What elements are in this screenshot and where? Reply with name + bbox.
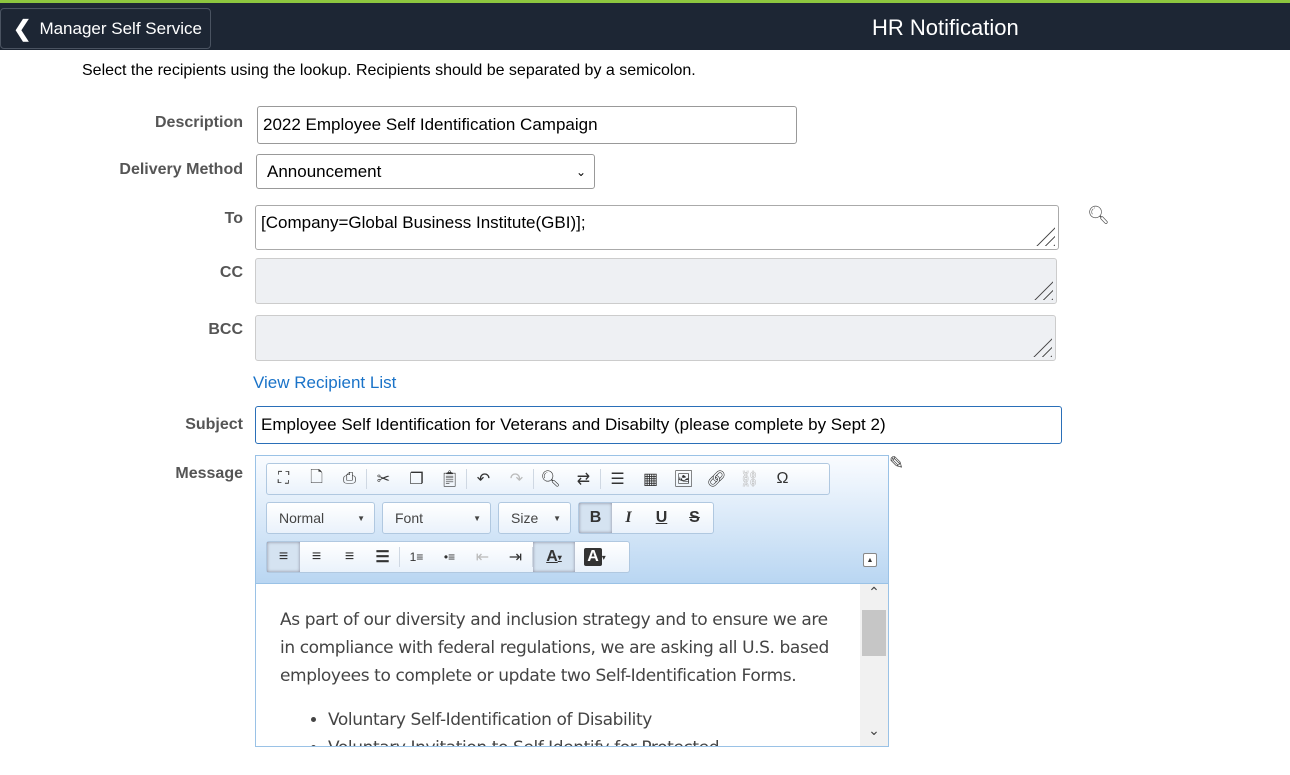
preview-icon[interactable]: 🗋 — [300, 464, 333, 494]
lookup-search-icon[interactable]: 🔍︎ — [1087, 205, 1110, 226]
size-dropdown[interactable]: Size ▼ — [498, 502, 571, 534]
message-label: Message — [175, 465, 243, 482]
collapse-toolbar-icon[interactable]: ▲ — [863, 553, 877, 567]
chevron-down-icon: ⌄ — [575, 164, 586, 179]
chevron-left-icon: ❮ — [13, 15, 32, 41]
edit-note-icon[interactable]: ✎ — [889, 453, 904, 474]
strikethrough-icon[interactable]: S — [678, 503, 711, 533]
toolbar-group-tools: ⛶ 🗋 ⎙ ✂ ❐ 📋︎ ↶ ↷ 🔍︎ ⇄ ☰ ▦ 🖼︎ 🔗︎ ⛓ Ω — [266, 463, 830, 495]
subject-label: Subject — [185, 416, 243, 433]
description-label: Description — [154, 114, 243, 131]
list-item: Voluntary Self-Identification of Disabil… — [328, 706, 836, 734]
background-color-icon[interactable]: A ▾ — [575, 542, 615, 572]
image-icon[interactable]: 🖼︎ — [667, 464, 700, 494]
delivery-method-select[interactable]: Announcement ⌄ — [256, 154, 595, 189]
replace-icon[interactable]: ⇄ — [567, 464, 600, 494]
maximize-icon[interactable]: ⛶ — [267, 464, 300, 494]
align-left-icon[interactable]: ≡ — [267, 542, 300, 572]
align-center-icon[interactable]: ≡ — [300, 542, 333, 572]
redo-icon[interactable]: ↷ — [500, 464, 533, 494]
table-icon[interactable]: ▦ — [634, 464, 667, 494]
to-value: [Company=Global Business Institute(GBI)]… — [261, 213, 586, 232]
unlink-icon[interactable]: ⛓ — [733, 464, 766, 494]
message-scrollbar[interactable]: ⌃ ⌄ — [860, 584, 888, 746]
format-dropdown[interactable]: Normal ▼ — [266, 502, 375, 534]
chevron-down-icon[interactable]: ⌄ — [860, 722, 888, 746]
align-right-icon[interactable]: ≡ — [333, 542, 366, 572]
cc-input[interactable] — [255, 258, 1057, 304]
to-label: To — [224, 210, 243, 227]
caret-down-icon: ▼ — [357, 513, 365, 523]
resize-handle[interactable] — [1032, 337, 1052, 357]
bold-icon[interactable]: B — [579, 503, 612, 533]
outdent-icon[interactable]: ⇤ — [466, 542, 499, 572]
view-recipient-list-link[interactable]: View Recipient List — [253, 373, 396, 393]
page-title: HR Notification — [872, 15, 1019, 40]
underline-icon[interactable]: U — [645, 503, 678, 533]
to-input[interactable]: [Company=Global Business Institute(GBI)]… — [255, 205, 1059, 250]
bcc-input[interactable] — [255, 315, 1056, 361]
bulleted-list-icon[interactable]: •≡ — [433, 542, 466, 572]
italic-icon[interactable]: I — [612, 503, 645, 533]
find-icon[interactable]: 🔍︎ — [534, 464, 567, 494]
resize-handle[interactable] — [1033, 280, 1053, 300]
special-character-icon[interactable]: Ω — [766, 464, 799, 494]
caret-down-icon: ▼ — [553, 513, 561, 523]
delivery-method-label: Delivery Method — [119, 161, 243, 178]
resize-handle[interactable] — [1035, 226, 1055, 246]
toolbar-group-paragraph: ≡ ≡ ≡ ☰ 1≡ •≡ ⇤ ⇥ A ▾ A ▾ — [266, 541, 630, 573]
instructions: Select the recipients using the lookup. … — [82, 62, 696, 79]
delivery-method-value: Announcement — [267, 161, 382, 181]
text-color-icon[interactable]: A ▾ — [533, 542, 575, 572]
message-paragraph: As part of our diversity and inclusion s… — [280, 610, 829, 686]
description-input[interactable]: 2022 Employee Self Identification Campai… — [257, 106, 797, 144]
toolbar-group-basic: B I U S — [578, 502, 714, 534]
bcc-label: BCC — [208, 321, 243, 338]
message-bullet-list: Voluntary Self-Identification of Disabil… — [280, 706, 836, 746]
undo-icon[interactable]: ↶ — [467, 464, 500, 494]
rich-text-editor: ⛶ 🗋 ⎙ ✂ ❐ 📋︎ ↶ ↷ 🔍︎ ⇄ ☰ ▦ 🖼︎ 🔗︎ ⛓ Ω Norm… — [255, 455, 889, 747]
font-value: Font — [395, 510, 424, 526]
list-item: Voluntary Invitation to Self-Identify fo… — [328, 734, 836, 746]
editor-toolbar: ⛶ 🗋 ⎙ ✂ ❐ 📋︎ ↶ ↷ 🔍︎ ⇄ ☰ ▦ 🖼︎ 🔗︎ ⛓ Ω Norm… — [256, 456, 888, 584]
size-value: Size — [511, 510, 539, 526]
subject-input[interactable]: Employee Self Identification for Veteran… — [255, 406, 1062, 444]
back-button[interactable]: ❮ Manager Self Service — [0, 8, 211, 49]
indent-icon[interactable]: ⇥ — [499, 542, 532, 572]
paste-icon[interactable]: 📋︎ — [433, 464, 466, 494]
link-icon[interactable]: 🔗︎ — [700, 464, 733, 494]
cut-icon[interactable]: ✂ — [367, 464, 400, 494]
back-label: Manager Self Service — [39, 18, 202, 38]
print-icon[interactable]: ⎙ — [333, 464, 366, 494]
chevron-up-icon[interactable]: ⌃ — [860, 584, 888, 608]
copy-icon[interactable]: ❐ — [400, 464, 433, 494]
font-dropdown[interactable]: Font ▼ — [382, 502, 491, 534]
caret-down-icon: ▼ — [473, 513, 481, 523]
format-value: Normal — [279, 510, 325, 526]
horizontal-line-icon[interactable]: ☰ — [601, 464, 634, 494]
numbered-list-icon[interactable]: 1≡ — [400, 542, 433, 572]
message-body[interactable]: As part of our diversity and inclusion s… — [256, 584, 860, 746]
cc-label: CC — [219, 264, 243, 281]
justify-icon[interactable]: ☰ — [366, 542, 399, 572]
scrollbar-thumb[interactable] — [862, 610, 886, 656]
page-header: ❮ Manager Self Service HR Notification — [0, 3, 1290, 50]
